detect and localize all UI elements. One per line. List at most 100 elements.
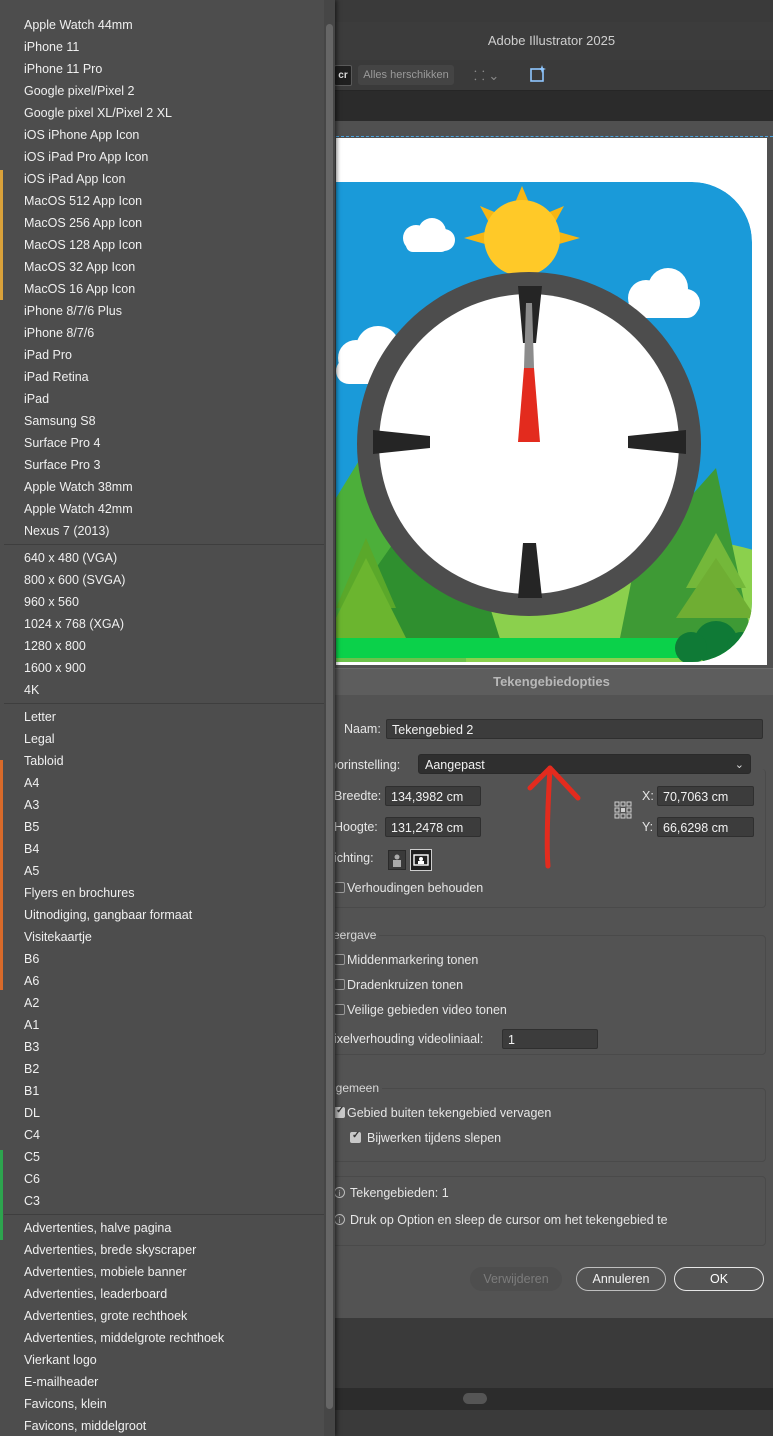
show-crosshairs-label: Dradenkruizen tonen xyxy=(347,978,464,992)
menu-separator xyxy=(4,544,324,545)
preset-menu-item[interactable]: Legal xyxy=(24,728,55,750)
x-label: X: xyxy=(642,789,654,803)
preset-menu-item[interactable]: MacOS 512 App Icon xyxy=(24,190,142,212)
preset-menu-item[interactable]: B3 xyxy=(24,1036,39,1058)
preset-menu-item[interactable]: iOS iPad Pro App Icon xyxy=(24,146,148,168)
preset-menu-item[interactable]: iPhone 11 xyxy=(24,36,79,58)
preset-menu-item[interactable]: Letter xyxy=(24,706,56,728)
preset-menu-item[interactable]: A4 xyxy=(24,772,39,794)
artboard-magic-icon[interactable] xyxy=(528,64,548,84)
preset-menu-item[interactable]: A1 xyxy=(24,1014,39,1036)
info-icon: i xyxy=(334,1187,345,1198)
width-input[interactable]: 134,3982 cm xyxy=(385,786,481,806)
preset-menu-item[interactable]: Favicons, klein xyxy=(24,1393,107,1415)
preset-menu-item[interactable]: MacOS 16 App Icon xyxy=(24,278,135,300)
preset-menu-item[interactable]: 800 x 600 (SVGA) xyxy=(24,569,125,591)
show-center-checkbox[interactable] xyxy=(334,954,345,965)
scrollbar-thumb[interactable] xyxy=(463,1393,487,1404)
preset-menu-item[interactable]: Apple Watch 44mm xyxy=(24,14,133,36)
preset-menu-item[interactable]: iOS iPhone App Icon xyxy=(24,124,139,146)
preset-menu-item[interactable]: Apple Watch 38mm xyxy=(24,476,133,498)
preset-menu-item[interactable]: Google pixel XL/Pixel 2 XL xyxy=(24,102,172,124)
cr-toggle-button[interactable]: cr xyxy=(334,65,352,86)
preset-menu-item[interactable]: 1024 x 768 (XGA) xyxy=(24,613,124,635)
preset-menu-item[interactable]: Nexus 7 (2013) xyxy=(24,520,109,542)
preset-menu-item[interactable]: C3 xyxy=(24,1190,40,1212)
show-crosshairs-checkbox[interactable] xyxy=(334,979,345,990)
show-video-safe-checkbox[interactable] xyxy=(334,1004,345,1015)
preset-menu-item[interactable]: 1280 x 800 xyxy=(24,635,86,657)
fade-outside-checkbox[interactable] xyxy=(334,1105,345,1118)
edge-accent xyxy=(0,760,3,990)
cancel-button[interactable]: Annuleren xyxy=(576,1267,666,1291)
preset-menu-item[interactable]: Vierkant logo xyxy=(24,1349,97,1371)
preset-menu-item[interactable]: 960 x 560 xyxy=(24,591,79,613)
preset-menu-item[interactable]: C5 xyxy=(24,1146,40,1168)
delete-button[interactable]: Verwijderen xyxy=(470,1267,562,1291)
preset-menu-item[interactable]: Tabloid xyxy=(24,750,64,772)
preset-menu-item[interactable]: Advertenties, halve pagina xyxy=(24,1217,171,1239)
preset-menu-item[interactable]: iPad Pro xyxy=(24,344,72,366)
fade-outside-label: Gebied buiten tekengebied vervagen xyxy=(347,1106,552,1120)
name-input[interactable]: Tekengebied 2 xyxy=(386,719,763,739)
preset-menu-item[interactable]: iPad Retina xyxy=(24,366,89,388)
keep-ratio-checkbox[interactable] xyxy=(334,882,345,893)
preset-menu-item[interactable]: Surface Pro 4 xyxy=(24,432,100,454)
portrait-orientation-icon[interactable] xyxy=(388,850,406,870)
reference-point-icon[interactable] xyxy=(614,801,632,819)
update-drag-checkbox[interactable] xyxy=(350,1130,361,1143)
preset-menu-item[interactable]: B2 xyxy=(24,1058,39,1080)
pixel-ratio-input[interactable]: 1 xyxy=(502,1029,598,1049)
preset-menu-item[interactable]: B1 xyxy=(24,1080,39,1102)
preset-menu-item[interactable]: Advertenties, grote rechthoek xyxy=(24,1305,187,1327)
preset-menu-item[interactable]: 4K xyxy=(24,679,39,701)
preset-menu-item[interactable]: B6 xyxy=(24,948,39,970)
preset-menu-item[interactable]: Advertenties, mobiele banner xyxy=(24,1261,187,1283)
preset-menu-item[interactable]: DL xyxy=(24,1102,40,1124)
preset-menu-item[interactable]: Uitnodiging, gangbaar formaat xyxy=(24,904,192,926)
document-tab-bar xyxy=(330,91,773,121)
preset-menu-item[interactable]: Apple Watch 42mm xyxy=(24,498,133,520)
preset-menu-item[interactable]: 640 x 480 (VGA) xyxy=(24,547,117,569)
preset-menu-item[interactable]: 1600 x 900 xyxy=(24,657,86,679)
preset-menu-item[interactable]: A2 xyxy=(24,992,39,1014)
preset-menu-item[interactable]: A3 xyxy=(24,794,39,816)
preset-menu-item[interactable]: B5 xyxy=(24,816,39,838)
preset-menu-item[interactable]: iPhone 8/7/6 xyxy=(24,322,94,344)
preset-menu-item[interactable]: MacOS 32 App Icon xyxy=(24,256,135,278)
artboards-count-text: Tekengebieden: 1 xyxy=(350,1186,449,1200)
preset-menu-item[interactable]: A6 xyxy=(24,970,39,992)
preset-menu-item[interactable]: Advertenties, leaderboard xyxy=(24,1283,167,1305)
preset-menu-item[interactable]: Flyers en brochures xyxy=(24,882,134,904)
preset-menu-item[interactable]: Samsung S8 xyxy=(24,410,96,432)
preset-menu-item[interactable]: iPhone 8/7/6 Plus xyxy=(24,300,122,322)
preset-menu-item[interactable]: C6 xyxy=(24,1168,40,1190)
preset-menu-item[interactable]: Favicons, middelgroot xyxy=(24,1415,146,1436)
y-input[interactable]: 66,6298 cm xyxy=(657,817,754,837)
preset-menu-item[interactable]: Google pixel/Pixel 2 xyxy=(24,80,134,102)
preset-menu-item[interactable]: E-mailheader xyxy=(24,1371,98,1393)
x-input[interactable]: 70,7063 cm xyxy=(657,786,754,806)
preset-dropdown-list[interactable]: Apple Watch 44mm iPhone 11 iPhone 11 Pro Go… xyxy=(0,0,335,1436)
height-input[interactable]: 131,2478 cm xyxy=(385,817,481,837)
landscape-orientation-icon[interactable] xyxy=(410,849,432,871)
preset-menu-item[interactable]: iOS iPad App Icon xyxy=(24,168,125,190)
preset-menu-item[interactable]: Advertenties, middelgrote rechthoek xyxy=(24,1327,224,1349)
preset-menu-item[interactable]: Surface Pro 3 xyxy=(24,454,100,476)
scrollbar-thumb[interactable] xyxy=(326,24,333,1409)
preset-menu-item[interactable]: B4 xyxy=(24,838,39,860)
ok-button[interactable]: OK xyxy=(674,1267,764,1291)
display-group-title: eergave xyxy=(330,928,380,942)
preset-menu-item[interactable]: MacOS 256 App Icon xyxy=(24,212,142,234)
preset-menu-item[interactable]: Visitekaartje xyxy=(24,926,92,948)
preset-menu-item[interactable]: C4 xyxy=(24,1124,40,1146)
preset-menu-item[interactable]: A5 xyxy=(24,860,39,882)
preset-menu-item[interactable]: MacOS 128 App Icon xyxy=(24,234,142,256)
horizontal-scrollbar[interactable] xyxy=(330,1388,773,1410)
grid-layout-icon[interactable]: ⸬ ⌄ xyxy=(474,66,506,84)
preset-menu-item[interactable]: iPhone 11 Pro xyxy=(24,58,102,80)
list-scrollbar[interactable] xyxy=(324,0,335,1436)
preset-menu-item[interactable]: iPad xyxy=(24,388,49,410)
rearrange-all-button[interactable]: Alles herschikken xyxy=(358,65,454,85)
preset-menu-item[interactable]: Advertenties, brede skyscraper xyxy=(24,1239,196,1261)
